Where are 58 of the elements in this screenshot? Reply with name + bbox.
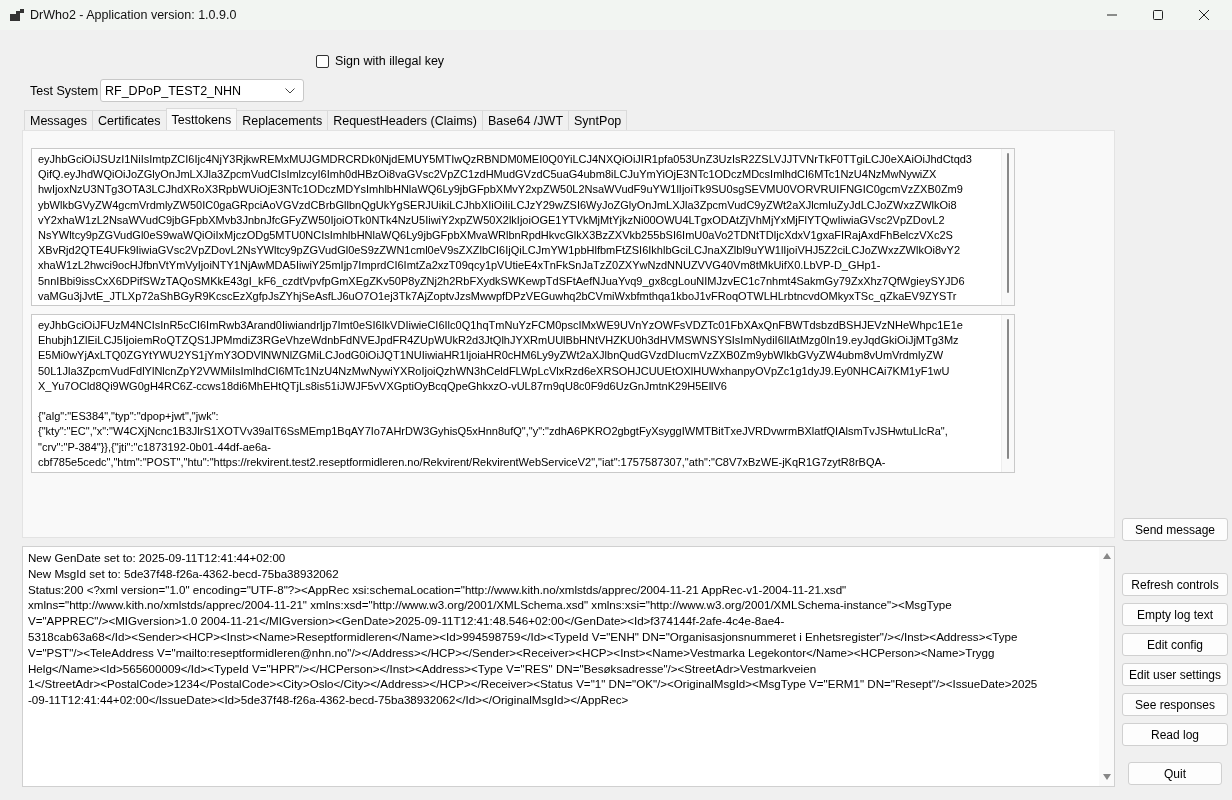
text-line: X_Yu7OCld8Qi9WG0gH4RC6Z-ccws18di6MhEHtQTjLs8is51iJWJF5vVXGptiOyBcqQpeGhkxzO-vUL87rn9qU8c0F9d6UzGnJmtnK29H5EllV6 — [38, 378, 727, 394]
app-icon — [10, 9, 24, 21]
scroll-down-icon — [1102, 774, 1111, 780]
quit-button[interactable]: Quit — [1128, 762, 1222, 785]
scrollbar[interactable] — [1001, 315, 1014, 472]
log-line: V="APPREC"/><MIGversion>1.0 2004-11-21</MIGversion><GenDate>2025-09-11T12:41:48.546+02:00</GenDate><Id>f374144f-2afe-4c4e-8ae4- — [28, 613, 785, 629]
text-line: XBvRjd2QTE4UFk9IiwiaGVsc2VpZDovL2NsYWltcy9pZGVudGl0eS9zZWN1cml0eV9sZXZlbCI6IjQiLCJmYW1pbHlfbmFtZSI6IkhlbGciLCJnaXZlbl9uYW1lIjoiVHJ5Z2ciLCJoZWxzZWlkOi8vY2 — [38, 243, 960, 259]
log-line: New GenDate set to: 2025-09-11T12:41:44+02:00 — [28, 550, 286, 566]
button[interactable]: Refresh controls — [1122, 573, 1228, 596]
log-line: New MsgId set to: 5de37f48-f26a-4362-becd-75ba38932062 — [28, 565, 339, 582]
text-line: eyJhbGciOiJFUzM4NCIsInR5cCI6ImRwb3Arand0IiwiandrIjp7Imt0eSI6IkVDIiwieCI6Ilc0Q1hqTmNuYzFCM0pscIMxWE9UVnYzOWFsVDZTc01FbXAxQnFBWTdsbzdBSHJEVzNHeWhpc1E1e — [38, 318, 963, 333]
token-text-area[interactable] — [31, 314, 1015, 473]
button[interactable]: See responses — [1122, 693, 1228, 716]
text-line: Ehubjh1ZlEiLCJ5IjoiemRoQTZQS1JPMmdiZ3RGeVhzeWdnbFdNVEJpdFR4ZUpWUkR2d3JtQlhJYXRmUUlBbHNtVHZKU0h3dHVMSWNSYSIsImNydiI6IlAtMzg0In19.eyJqdGkiOiJjMTg3Mz — [38, 333, 959, 349]
maximize-icon[interactable] — [1152, 9, 1164, 21]
field-label: Test System — [30, 83, 100, 98]
scrollbar[interactable] — [1001, 149, 1014, 305]
checkbox[interactable]: Sign with illegal key — [316, 54, 445, 68]
token-text-area[interactable] — [31, 148, 1015, 306]
text-line: vaMGu3jJvtE_JTLXp72aShBGyR9KcscEzXgfpJsZYhjSeAsfLJ6uO7O1ej3Tk7AjZoptvJzsMwwpfDPzVEGuwhq2bCVmiWxbfmthqa1kboJ1vFRoqOTWLHLrbtncvdOMkyxTSc_qZkaEV9ZYSTr — [38, 288, 957, 304]
log-line: 5318cab63a68</Id><Sender><HCP><Inst><Name>Reseptformidleren</Name><Id>994598759</Id><TypeId V="ENH" DN="Organisasjonsnummeret i Enhetsregister"/></Inst><Address><Type — [28, 629, 1018, 645]
tab[interactable]: SyntPop — [568, 110, 628, 130]
send-message-button[interactable]: Send message — [1122, 518, 1228, 541]
text-line: {"alg":"ES384","typ":"dpop+jwt","jwk": — [38, 409, 219, 425]
text-line: cbf785e5cedc","htm":"POST","htu":"https://rekvirent.test2.reseptformidleren.no/Rekvirent/RekvirentWebServiceV2","iat":1757587307,"ath":"C8V7xBzWE-jKqR1G7zytR8rBQA- — [38, 454, 886, 470]
chevron-down-icon — [285, 87, 295, 94]
tab[interactable]: Messages — [24, 110, 93, 130]
close-icon[interactable] — [1198, 9, 1210, 21]
button[interactable]: Edit user settings — [1122, 663, 1228, 686]
text-line: 50L1Jla3ZpcmVudFdlYlNlcnZpY2VWMiIsImlhdCI6MTc1NzU4NzMwNywiYXRoIjoiQzhWN3hCeldFLWpLcVlxRzd6eXRSOHJCUUEtOXlHUWxhanpyOVpZc1g1dyJ9.Ey0NHCAi7KM1yF1wU — [38, 363, 950, 379]
log-line: Helg</Name><Id>565600009</Id><TypeId V="HPR"/></HCPerson></Inst><Address><Type V="RES" DN="Besøksadresse"/><StreetAdr>Vestmarkveien — [28, 660, 817, 677]
text-line: hwIjoxNzU3NTg3OTA3LCJhdXRoX3RpbWUiOjE3NTc1ODczMDYsImhlbHNlaWQ6Ly9jbGFpbXMvY2xpZW50L2NsaWVudF9uYW1lIjoiTk9SU0sgSEVMU0VORVRUIFNGIC0gcmVzZXB0Zm9 — [38, 182, 963, 198]
text-line: xhaW1zL2hwci9ocHJfbnVtYmVyIjoiNTY1NjAwMDA5IiwiY25mIjp7ImprdCI6ImtZa2xzT09qcy1pVUtieE4xTnFkSnJaTzZ0ZXYwNzdNNUZVVG40Vm8tMkUifX0.LbVP-D_GHp1- — [38, 258, 881, 274]
dropdown[interactable]: RF_DPoP_TEST2_NHN — [100, 79, 304, 102]
log-line: V="PST"/><TeleAddress V="mailto:reseptformidleren@nhn.no"/></Address></HCP></Sender><Receiver><HCP><Inst><Name>Vestmarka Legekontor</Name><HCPerson><Name>Trygg — [28, 644, 995, 661]
tab[interactable]: RequestHeaders (Claims) — [327, 110, 483, 130]
log-text-area[interactable] — [22, 546, 1115, 787]
text-line: NsYWltcy9pZGVudGl0eS9waWQiOiIxMjczODg5MTU0NCIsImhlbHNlaWQ6Ly9jbGFpbXMvaWRlbnRpdHkvcGlkX3BzZXVkb255bSI6ImU0aVo2TDNtTDljcXdxV1gxaFIRajAxdFhBelczVXc2S — [38, 228, 953, 243]
log-line: -09-11T12:41:44+02:00</IssueDate><Id>5de37f48-f26a-4362-becd-75ba38932062</Id></OriginalMsgId></AppRec> — [28, 692, 629, 708]
log-line: xmlns="http://www.kith.no/xmlstds/apprec/2004-11-21" xmlns:xsd="http://www.w3.org/2001/XMLSchema.xsd" xmlns:xsi="http://www.w3.org/2001/XMLSchema-instance"><MsgType — [28, 597, 952, 614]
log-line: 1</StreetAdr><PostalCode>1234</PostalCode><City>Oslo</City></Address></HCP></Receiver><Status V="1" DN="OK"/><OriginalMsgId><MsgType V="ERM1" DN="Resept"/><IssueDate>2025 — [28, 676, 1038, 693]
log-line: Status:200 <?xml version="1.0" encoding="UTF-8"?><AppRec xsi:schemaLocation="http://www.kith.no/xmlstds/apprec/2004-11-21 AppRec-v1-2004-11-21.xsd" — [28, 581, 847, 598]
button[interactable]: Empty log text — [1122, 603, 1228, 626]
text-line: vY2xhaW1zL2NsaWVudC9jbGFpbXMvb3JnbnJfcGFyZW50IjoiOTk0NTk4NzU5IiwiY2xpZW50X2lkIjoiOGE1YTVkMjMtYjkzNi00OWU4LTgxODAtZjVhMjYxMjFlYTQwIiwiaGVsc2VpZDovL2 — [38, 212, 945, 228]
text-line: 5nnIBbi9issCxX6DPifSWzTAQoSMKkE43gI_kF6_czdtVpvfpGmXEgZKv50P8yZNj2h2RbFXydkSWKewpTdSFtAefNJuaYvq9_gx8cgLouNIMJzvEC1c7nhmt4SakmGy79ZxXhz7QfWgieySYJD6 — [38, 273, 965, 289]
scrollbar[interactable] — [1099, 547, 1114, 786]
text-line: {"kty":"EC","x":"W4CXjNcnc1B3JlrS1XOTVv39aIT6SsMEmp1BqAY7Io7AHrDW3GyhisQ5xHnn8ufQ","y":"zdhA6PKRO2gbgtFyXsyggIWMTBitTxeJVRDvwrmBXlatfQIAlsmTvJSHwtuLlcRa", — [38, 424, 948, 440]
text-line: ybWlkbGVyZW4gcmVrdmlyZW50IC0gaGRpciAoVGVzdCBrbGllbnQgUkYgSERJUikiLCJhbXIiOiIiLCJzY29wZSI6WyJoZGlyOnJmLXJla3ZpcmVudC9yZWt2aXJlcmluZyJdLCJoZWxzZWlkOi8 — [38, 197, 957, 213]
tab[interactable]: Testtokens — [165, 108, 238, 130]
text-line: QifQ.eyJhdWQiOiJoZGlyOnJmLXJla3ZpcmVudCIsImlzcyI6Imh0dHBzOi8vaGVsc2VpZC1zdHMudGVzdC5uaG4ubm8iLCJuYmYiOjE3NTc1ODczMDcsImlhdCI6MTc1NzU4NzMwNywiZX — [38, 167, 937, 183]
text-line: eyJhbGciOiJSUzI1NiIsImtpZCI6Ijc4NjY3RjkwREMxMUJGMDRCRDk0NjdEMUY5MTIwQzRBNDM0MEI0Q0YiLCJ4NXQiOiJIR1pfa053UnZ3UzIsR2ZSLVJJTVNrTkF0TTgiLCJ0eXAiOiJhdCtqd3 — [38, 152, 972, 167]
button[interactable]: Edit config — [1122, 633, 1228, 656]
window-title: DrWho2 - Application version: 1.0.9.0 — [30, 8, 237, 22]
text-line: E5Mi0wYjAxLTQ0ZGYtYWU2YS1jYmY3ODVlNWNlZGMiLCJodG0iOiJQT1NUIiwiaHR1IjoiaHR0cHM6Ly9yZWt2aXJlbnQudGVzdDIucmVzZXB0Zm9ybWlkbGVyZW4ubm8vUmVrdmlyZW — [38, 348, 944, 364]
button[interactable]: Read log — [1122, 723, 1228, 746]
scroll-up-icon — [1102, 553, 1111, 559]
tab[interactable]: Replacements — [236, 110, 329, 130]
text-line: "crv":"P-384"}},{"jti":"c1873192-0b01-44df-ae6a- — [38, 439, 271, 455]
